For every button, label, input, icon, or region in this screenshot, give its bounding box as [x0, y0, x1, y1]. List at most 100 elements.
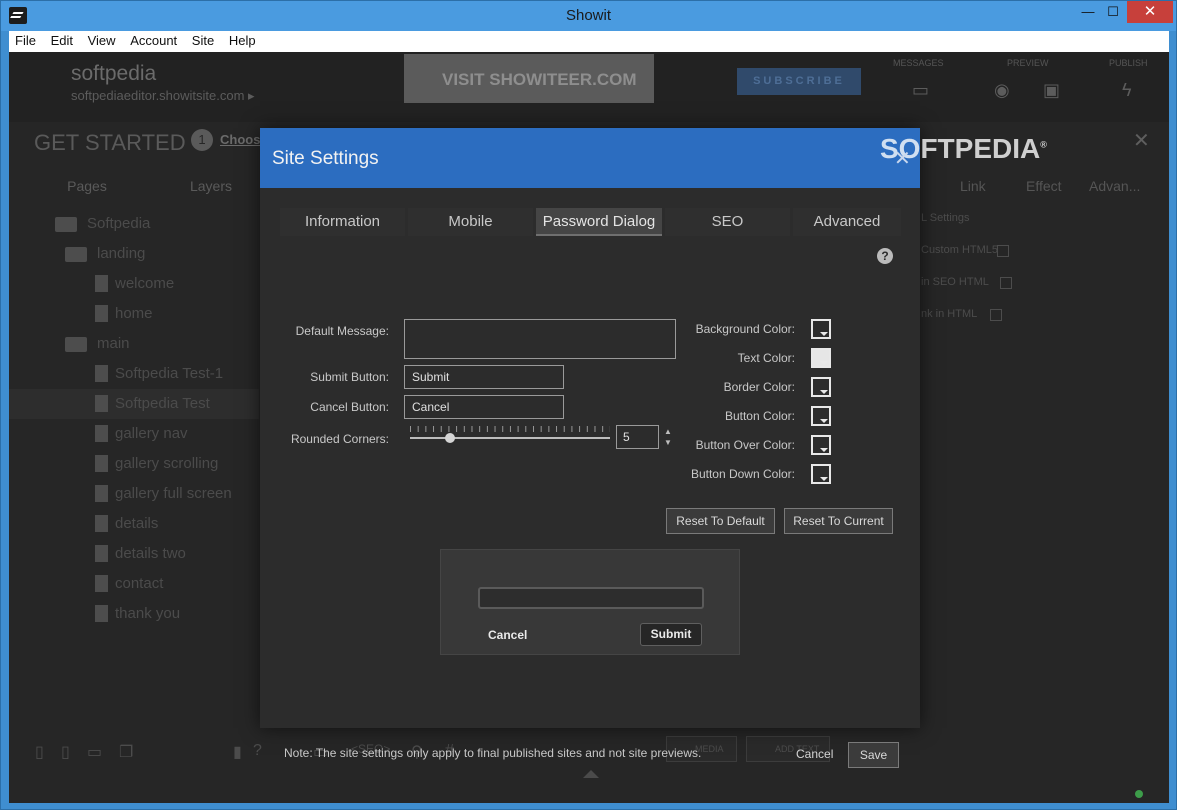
page-icon: [95, 365, 108, 382]
page-icon: [95, 305, 108, 322]
tab-effect[interactable]: Effect: [1026, 178, 1062, 194]
tree-item-label: welcome: [115, 275, 175, 292]
menu-file[interactable]: File: [9, 31, 41, 48]
page-icon: [95, 485, 108, 502]
link-html-checkbox[interactable]: [990, 309, 1002, 321]
tree-item[interactable]: main: [9, 329, 259, 359]
trash-icon[interactable]: ▮: [233, 742, 242, 762]
color-swatch[interactable]: [811, 348, 831, 368]
tree-item[interactable]: Softpedia: [9, 209, 259, 239]
menu-account[interactable]: Account: [124, 31, 182, 48]
password-dialog-preview: Cancel Submit: [440, 549, 740, 655]
close-icon[interactable]: ✕: [1133, 128, 1150, 153]
duplicate-page-icon[interactable]: ▯: [61, 742, 70, 762]
dialog-close-icon[interactable]: ✕: [894, 146, 911, 171]
inbox-icon[interactable]: ▭: [912, 80, 929, 101]
tree-item[interactable]: landing: [9, 239, 259, 269]
new-page-icon[interactable]: ▯: [35, 742, 44, 762]
subscribe-button[interactable]: SUBSCRIBE: [737, 68, 861, 95]
tab-password-dialog[interactable]: Password Dialog: [536, 208, 662, 236]
custom-html5-checkbox[interactable]: [997, 245, 1009, 257]
menu-view[interactable]: View: [82, 31, 121, 48]
status-indicator: [1135, 790, 1143, 798]
cancel-button-field[interactable]: Cancel: [404, 395, 564, 419]
menu-edit[interactable]: Edit: [45, 31, 78, 48]
tab-link[interactable]: Link: [960, 178, 986, 194]
tree-item[interactable]: details: [9, 509, 259, 539]
tree-item-label: main: [97, 335, 130, 352]
tree-item-label: landing: [97, 245, 146, 262]
slider-handle[interactable]: [445, 433, 455, 443]
left-panel-tabs: Pages Layers: [25, 172, 263, 200]
page-icon: [95, 515, 108, 532]
submit-button-label: Submit Button:: [310, 370, 389, 384]
folder-icon[interactable]: ▭: [87, 742, 102, 762]
copy-icon[interactable]: ❐: [119, 742, 133, 762]
page-icon: [95, 455, 108, 472]
tab-layers[interactable]: Layers: [149, 172, 273, 200]
menu-help[interactable]: Help: [223, 31, 261, 48]
dialog-title: Site Settings: [272, 148, 379, 169]
default-message-field[interactable]: [404, 319, 676, 359]
tree-item[interactable]: home: [9, 299, 259, 329]
page-icon: [95, 275, 108, 292]
tab-pages[interactable]: Pages: [25, 172, 149, 200]
tree-item[interactable]: gallery full screen: [9, 479, 259, 509]
tree-item-label: thank you: [115, 605, 181, 622]
tree-item-label: gallery full screen: [115, 485, 232, 502]
default-message-label: Default Message:: [295, 324, 389, 338]
site-name: softpedia: [71, 62, 157, 85]
tree-item[interactable]: details two: [9, 539, 259, 569]
color-label: Border Color:: [723, 380, 795, 394]
tree-item-label: Softpedia Test: [115, 395, 210, 412]
save-button[interactable]: Save: [848, 742, 899, 768]
seo-html-checkbox[interactable]: [1000, 277, 1012, 289]
custom-html5-label: Custom HTML5: [921, 244, 999, 256]
tab-advanced[interactable]: Advan...: [1089, 178, 1140, 194]
messages-label: MESSAGES: [893, 58, 944, 68]
get-started-heading: GET STARTED: [34, 130, 186, 155]
color-swatch[interactable]: [811, 406, 831, 426]
lightning-icon[interactable]: ϟ: [1122, 80, 1132, 101]
color-swatch[interactable]: [811, 319, 831, 339]
tab-seo[interactable]: SEO: [665, 208, 790, 236]
tree-item[interactable]: Softpedia Test: [9, 389, 259, 419]
tree-item-label: gallery scrolling: [115, 455, 219, 472]
page-icon: [95, 395, 108, 412]
tree-item[interactable]: gallery nav: [9, 419, 259, 449]
cancel-button[interactable]: Cancel: [796, 747, 833, 761]
submit-button-field[interactable]: Submit: [404, 365, 564, 389]
window-title: Showit: [565, 7, 612, 24]
tab-information[interactable]: Information: [280, 208, 405, 236]
showiteer-banner[interactable]: VISIT SHOWITEER.COM: [404, 54, 654, 103]
maximize-button[interactable]: ☐: [1098, 1, 1128, 23]
tree-item[interactable]: contact: [9, 569, 259, 599]
tree-item[interactable]: gallery scrolling: [9, 449, 259, 479]
reset-to-current-button[interactable]: Reset To Current: [784, 508, 893, 534]
close-button[interactable]: ✕: [1127, 1, 1173, 23]
menu-site[interactable]: Site: [186, 31, 219, 48]
tab-advanced[interactable]: Advanced: [793, 208, 901, 236]
page-icon: [95, 545, 108, 562]
tree-item[interactable]: thank you: [9, 599, 259, 629]
dialog-tabs: Information Mobile Password Dialog SEO A…: [280, 208, 901, 238]
choose-link[interactable]: Choos: [220, 132, 260, 147]
tab-mobile[interactable]: Mobile: [408, 208, 533, 236]
color-swatch[interactable]: [811, 377, 831, 397]
tree-item[interactable]: Softpedia Test-1: [9, 359, 259, 389]
color-label: Button Color:: [724, 409, 795, 423]
reset-to-default-button[interactable]: Reset To Default: [666, 508, 775, 534]
rounded-corners-input[interactable]: 5: [616, 425, 659, 449]
eye-icon[interactable]: ◉: [994, 80, 1010, 101]
preview-window-icon[interactable]: ▣: [1043, 80, 1060, 101]
color-swatch[interactable]: [811, 464, 831, 484]
expand-caret-icon[interactable]: [583, 770, 599, 778]
app-workspace: softpedia softpediaeditor.showitsite.com…: [9, 52, 1169, 803]
color-swatch[interactable]: [811, 435, 831, 455]
folder-icon: [65, 337, 87, 352]
help-circle-icon[interactable]: ?: [253, 742, 262, 760]
tree-item[interactable]: welcome: [9, 269, 259, 299]
help-icon[interactable]: ?: [877, 248, 893, 264]
site-url[interactable]: softpediaeditor.showitsite.com ▸: [71, 88, 255, 104]
rounded-corners-slider[interactable]: [410, 437, 610, 439]
